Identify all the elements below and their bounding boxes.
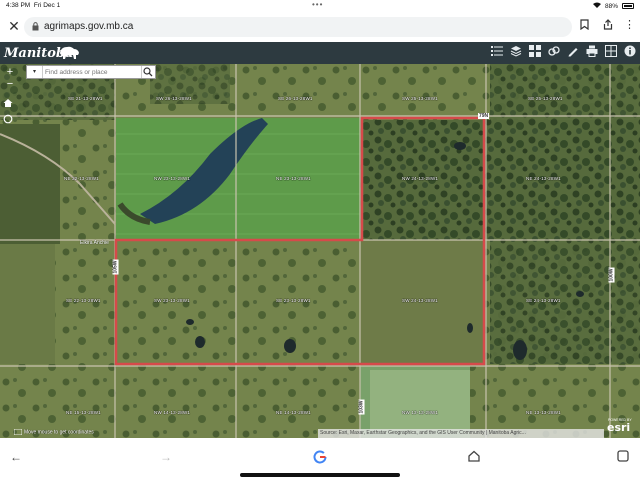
home-icon[interactable]: [3, 98, 17, 110]
parcel-label: NE 23-13-28W1: [276, 176, 311, 181]
share-icon[interactable]: [603, 19, 613, 33]
legend-icon[interactable]: [490, 45, 503, 60]
locate-icon[interactable]: [3, 114, 17, 126]
parcel-label: NE 13-13-28W1: [526, 410, 561, 415]
coordinates-readout: Move mouse to get coordinates: [13, 428, 94, 436]
address-bar[interactable]: agrimaps.gov.mb.ca: [24, 17, 572, 37]
parcel-label: NE 22-13-28W1: [64, 176, 99, 181]
esri-logo: esri: [607, 421, 631, 434]
battery-icon: [622, 3, 634, 9]
map-view[interactable]: + − ▾ SE 21-13-28W1 SW 26-13-28W1 SE 26-…: [0, 64, 640, 438]
export-icon[interactable]: [604, 45, 617, 60]
print-icon[interactable]: [585, 45, 598, 60]
toolbar: [490, 45, 636, 60]
link-icon[interactable]: [547, 45, 560, 60]
back-icon[interactable]: ←: [10, 450, 22, 464]
browser-toolbar: ✕ agrimaps.gov.mb.ca ⋮: [0, 12, 640, 42]
search-source-dropdown[interactable]: ▾: [27, 66, 43, 78]
road-label: 105W: [112, 259, 119, 275]
more-options-icon[interactable]: ⋮: [624, 18, 635, 31]
parcel-label: SW 26-13-28W1: [156, 96, 192, 101]
url-text: agrimaps.gov.mb.ca: [44, 21, 134, 32]
battery-percent: 88%: [604, 2, 618, 10]
zoom-in-button[interactable]: +: [3, 66, 17, 78]
parcel-label: NW 13-13-28W1: [402, 410, 439, 415]
search-icon[interactable]: [141, 66, 155, 78]
basemap-icon[interactable]: [528, 45, 541, 60]
close-icon[interactable]: ✕: [6, 18, 22, 34]
zoom-out-button[interactable]: −: [3, 78, 17, 90]
place-label: Elkira Anchie: [80, 240, 109, 246]
wifi-icon: [592, 2, 601, 10]
draw-icon[interactable]: [566, 45, 579, 60]
info-icon[interactable]: [623, 45, 636, 60]
parcel-label: SE 25-13-28W1: [528, 96, 563, 101]
parcel-label: SE 24-13-28W1: [526, 298, 561, 303]
app-header: Manitoba: [0, 42, 640, 64]
parcel-label: SW 24-13-28W1: [402, 298, 438, 303]
lock-icon: [32, 22, 39, 31]
bookmark-icon[interactable]: [580, 19, 589, 33]
parcel-label: NE 15-13-28W1: [66, 410, 101, 415]
search-input[interactable]: [45, 67, 139, 77]
parcel-label: SW 25-13-28W1: [402, 96, 438, 101]
satellite-imagery[interactable]: [0, 64, 640, 438]
map-attribution: Source: Esri, Maxar, Earthstar Geographi…: [318, 429, 604, 438]
road-label: 79N: [478, 113, 490, 119]
parcel-label: NW 24-13-28W1: [402, 176, 439, 181]
parcel-label: NW 23-13-28W1: [154, 176, 191, 181]
browser-bottom-bar: ← →: [0, 438, 640, 480]
status-bar: 4:38 PM Fri Dec 1 ••• 88%: [0, 0, 640, 12]
home-indicator[interactable]: [240, 473, 400, 477]
home-tab-icon[interactable]: [468, 450, 480, 465]
google-icon[interactable]: [313, 450, 327, 467]
bison-logo-icon: [60, 46, 79, 59]
parcel-label: SE 22-13-28W1: [66, 298, 101, 303]
search-widget: ▾: [26, 65, 156, 79]
parcel-label: SE 26-13-28W1: [278, 96, 313, 101]
multitask-dots-icon[interactable]: •••: [312, 0, 323, 9]
road-label: 103W: [358, 399, 365, 415]
road-label: 100W: [608, 267, 615, 283]
parcel-label: SE 21-13-28W1: [68, 96, 103, 101]
parcel-label: SW 23-13-28W1: [154, 298, 190, 303]
forward-icon[interactable]: →: [160, 450, 172, 464]
layers-icon[interactable]: [509, 45, 522, 60]
parcel-label: NE 14-13-28W1: [276, 410, 311, 415]
tabs-icon[interactable]: [617, 450, 629, 465]
parcel-label: NW 14-13-28W1: [154, 410, 191, 415]
parcel-label: NE 24-13-28W1: [526, 176, 561, 181]
status-time: 4:38 PM Fri Dec 1: [6, 2, 61, 9]
parcel-label: SE 23-13-28W1: [276, 298, 311, 303]
